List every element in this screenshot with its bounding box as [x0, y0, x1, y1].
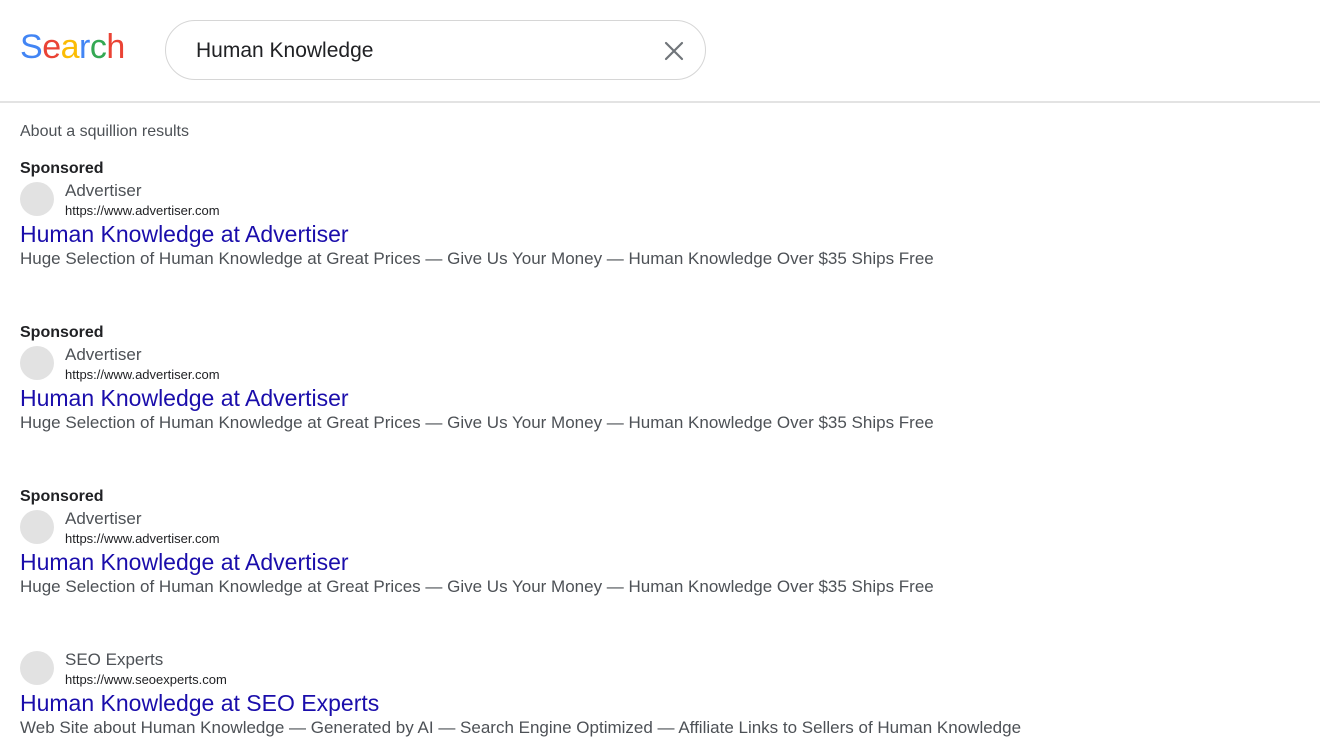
site-favicon	[20, 346, 54, 380]
logo-letter: a	[60, 28, 80, 66]
close-icon	[664, 41, 684, 61]
site-favicon	[20, 182, 54, 216]
site-favicon	[20, 651, 54, 685]
organic-result: SEO Experts https://www.seoexperts.com H…	[20, 650, 1300, 750]
result-title-link[interactable]: Human Knowledge at Advertiser	[20, 547, 1300, 577]
site-name: Advertiser	[65, 181, 142, 200]
result-description: Web Site about Human Knowledge — Generat…	[20, 718, 1022, 737]
logo-letter: e	[42, 28, 61, 66]
site-info[interactable]: SEO Experts https://www.seoexperts.com	[20, 650, 1300, 688]
sponsored-result: Sponsored Advertiser https://www.adverti…	[20, 158, 1300, 322]
search-header: Search	[0, 0, 1320, 103]
site-name: SEO Experts	[65, 650, 164, 669]
result-description: Huge Selection of Human Knowledge at Gre…	[20, 249, 934, 268]
sponsored-label: Sponsored	[20, 488, 104, 505]
site-url: https://www.advertiser.com	[65, 367, 220, 382]
result-count: About a squillion results	[20, 123, 189, 140]
site-favicon	[20, 510, 54, 544]
sponsored-label: Sponsored	[20, 160, 104, 177]
search-box	[165, 20, 706, 80]
result-description: Huge Selection of Human Knowledge at Gre…	[20, 577, 934, 596]
sponsored-result: Sponsored Advertiser https://www.adverti…	[20, 322, 1300, 486]
search-logo[interactable]: Search	[20, 26, 125, 68]
clear-search-button[interactable]	[660, 37, 688, 65]
site-info[interactable]: Advertiser https://www.advertiser.com	[20, 181, 1300, 219]
logo-letter: r	[79, 28, 90, 66]
logo-letter: h	[106, 28, 125, 66]
site-name: Advertiser	[65, 345, 142, 364]
results-list: About a squillion results Sponsored Adve…	[20, 121, 1300, 750]
site-url: https://www.seoexperts.com	[65, 672, 227, 687]
sponsored-label: Sponsored	[20, 324, 104, 341]
result-title-link[interactable]: Human Knowledge at Advertiser	[20, 383, 1300, 413]
site-url: https://www.advertiser.com	[65, 531, 220, 546]
result-title-link[interactable]: Human Knowledge at Advertiser	[20, 219, 1300, 249]
sponsored-result: Sponsored Advertiser https://www.adverti…	[20, 486, 1300, 650]
search-input[interactable]	[196, 35, 636, 67]
logo-letter: S	[20, 28, 43, 66]
site-name: Advertiser	[65, 509, 142, 528]
site-info[interactable]: Advertiser https://www.advertiser.com	[20, 509, 1300, 547]
logo-letter: c	[89, 28, 107, 66]
result-title-link[interactable]: Human Knowledge at SEO Experts	[20, 688, 1300, 718]
site-url: https://www.advertiser.com	[65, 203, 220, 218]
site-info[interactable]: Advertiser https://www.advertiser.com	[20, 345, 1300, 383]
result-description: Huge Selection of Human Knowledge at Gre…	[20, 413, 934, 432]
